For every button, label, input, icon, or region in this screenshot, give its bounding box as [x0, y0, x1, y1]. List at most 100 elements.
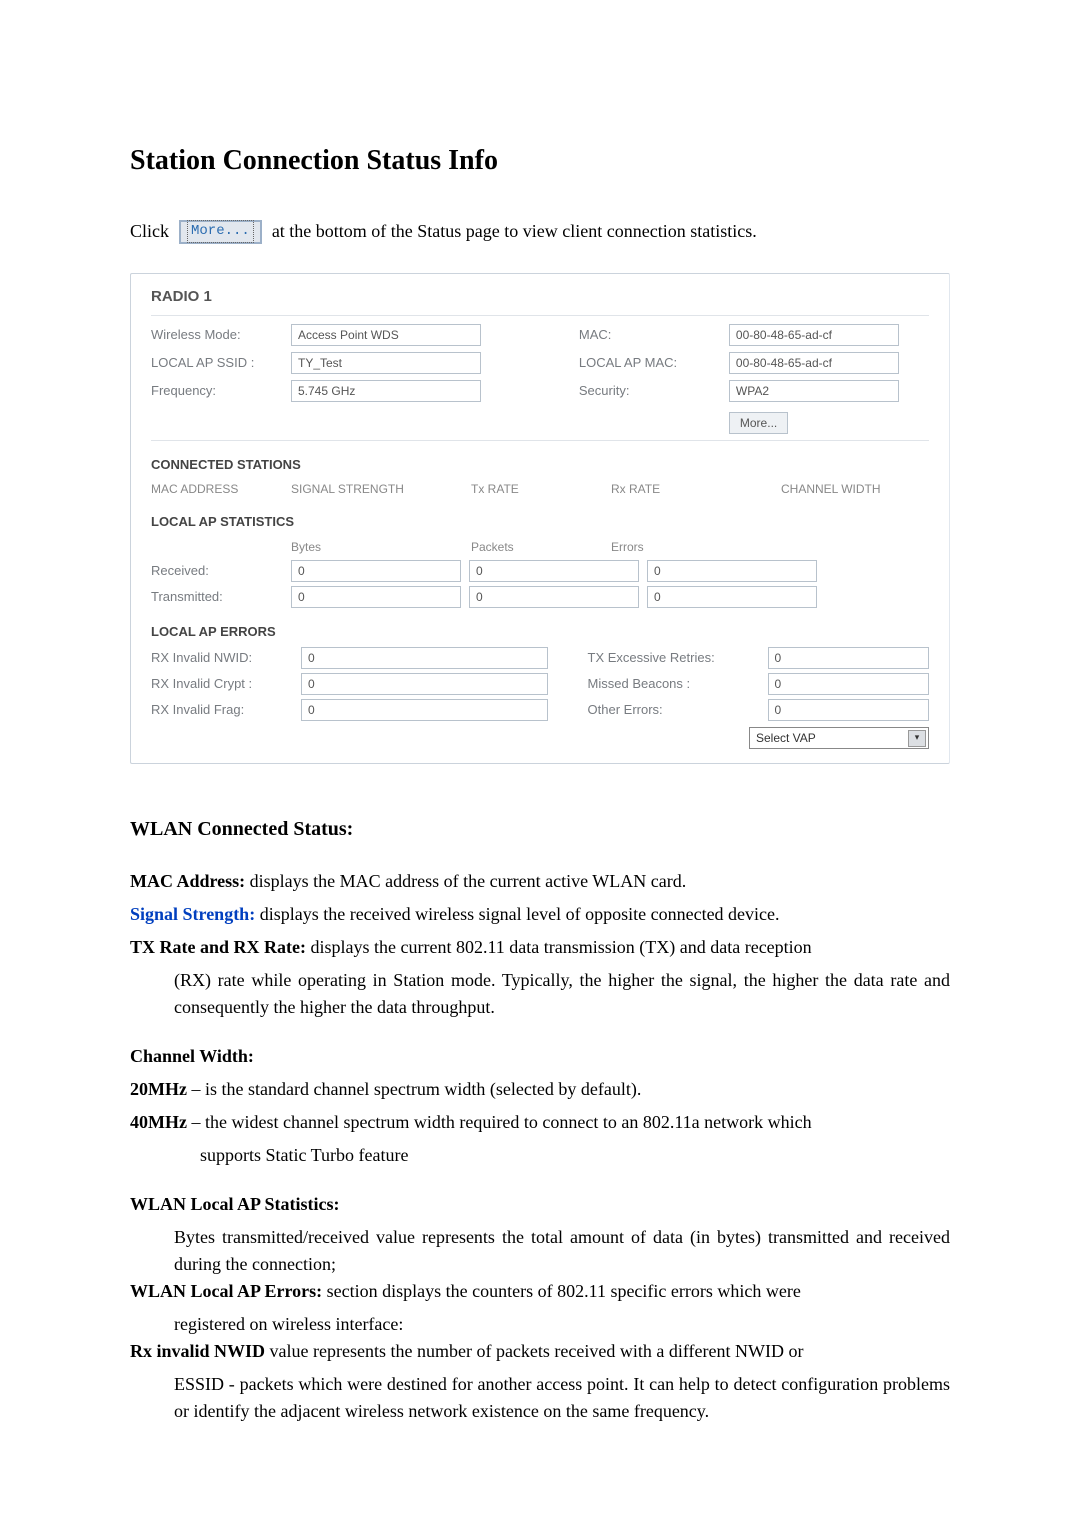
row-more: More... — [151, 408, 929, 434]
th-bytes: Bytes — [291, 538, 471, 556]
text-txrx1: displays the current 802.11 data transmi… — [306, 937, 812, 957]
row-err-crypt: RX Invalid Crypt : 0 Missed Beacons : 0 — [151, 673, 929, 695]
p-40mhz: 40MHz – the widest channel spectrum widt… — [130, 1109, 950, 1136]
field-other-errors[interactable]: 0 — [768, 699, 929, 721]
p-mac-address: MAC Address: displays the MAC address of… — [130, 868, 950, 895]
field-local-ap-mac[interactable]: 00-80-48-65-ad-cf — [729, 352, 899, 374]
p-wlan-local-err-cont: registered on wireless interface: — [130, 1311, 950, 1338]
connected-stations-title: CONNECTED STATIONS — [151, 455, 929, 475]
th-channel-width: CHANNEL WIDTH — [781, 480, 929, 498]
label-rx-invalid-crypt: RX Invalid Crypt : — [151, 674, 301, 694]
label-transmitted: Transmitted: — [151, 587, 291, 607]
text-20mhz: – is the standard channel spectrum width… — [187, 1079, 641, 1099]
field-recv-packets[interactable]: 0 — [469, 560, 639, 582]
field-rx-invalid-frag[interactable]: 0 — [301, 699, 548, 721]
label-local-ssid: LOCAL AP SSID : — [151, 353, 291, 373]
term-signal-strength: Signal Strength: — [130, 904, 255, 924]
term-rx-nwid: Rx invalid NWID — [130, 1341, 265, 1361]
term-wlan-local-err: WLAN Local AP Errors: — [130, 1281, 322, 1301]
label-other-errors: Other Errors: — [588, 700, 768, 720]
p-signal-strength: Signal Strength: displays the received w… — [130, 901, 950, 928]
th-rxrate: Rx RATE — [611, 480, 781, 498]
term-20mhz: 20MHz — [130, 1079, 187, 1099]
field-recv-bytes[interactable]: 0 — [291, 560, 461, 582]
th-txrate: Tx RATE — [471, 480, 611, 498]
more-button-illustration: More... — [179, 220, 262, 244]
label-wireless-mode: Wireless Mode: — [151, 325, 291, 345]
p-rx-nwid: Rx invalid NWID value represents the num… — [130, 1338, 950, 1365]
label-rx-invalid-nwid: RX Invalid NWID: — [151, 648, 301, 668]
divider — [151, 315, 929, 316]
th-errors: Errors — [611, 538, 781, 556]
field-mac[interactable]: 00-80-48-65-ad-cf — [729, 324, 899, 346]
term-wlan-local-stats: WLAN Local AP Statistics: — [130, 1194, 340, 1214]
field-security[interactable]: WPA2 — [729, 380, 899, 402]
field-frequency[interactable]: 5.745 GHz — [291, 380, 481, 402]
p-wlan-local-stats: Bytes transmitted/received value represe… — [130, 1224, 950, 1278]
divider — [151, 440, 929, 441]
local-stats-header: Bytes Packets Errors — [151, 538, 929, 556]
click-instruction: Click More... at the bottom of the Statu… — [130, 218, 950, 245]
channel-width-title: Channel Width: — [130, 1043, 950, 1070]
connected-stations-header: MAC ADDRESS SIGNAL STRENGTH Tx RATE Rx R… — [151, 480, 929, 498]
p-txrx-cont: (RX) rate while operating in Station mod… — [130, 967, 950, 1021]
row-received: Received: 0 0 0 — [151, 560, 929, 582]
p-rx-nwid-cont: ESSID - packets which were destined for … — [130, 1371, 950, 1425]
label-rx-invalid-frag: RX Invalid Frag: — [151, 700, 301, 720]
th-signal: SIGNAL STRENGTH — [291, 480, 471, 498]
label-security: Security: — [579, 381, 729, 401]
label-local-ap-mac: LOCAL AP MAC: — [579, 353, 729, 373]
field-tx-bytes[interactable]: 0 — [291, 586, 461, 608]
row-err-nwid: RX Invalid NWID: 0 TX Excessive Retries:… — [151, 647, 929, 669]
field-tx-excessive-retries[interactable]: 0 — [768, 647, 929, 669]
row-transmitted: Transmitted: 0 0 0 — [151, 586, 929, 608]
field-missed-beacons[interactable]: 0 — [768, 673, 929, 695]
text-wlan-local-err1: section displays the counters of 802.11 … — [322, 1281, 801, 1301]
row-frequency: Frequency: 5.745 GHz Security: WPA2 — [151, 380, 929, 402]
label-received: Received: — [151, 561, 291, 581]
text-40mhz1: – the widest channel spectrum width requ… — [187, 1112, 812, 1132]
p-40mhz-cont: supports Static Turbo feature — [130, 1142, 950, 1169]
text-signal-strength: displays the received wireless signal le… — [255, 904, 779, 924]
local-ap-stats-title: LOCAL AP STATISTICS — [151, 512, 929, 532]
field-tx-errors[interactable]: 0 — [647, 586, 817, 608]
row-wireless-mode: Wireless Mode: Access Point WDS MAC: 00-… — [151, 324, 929, 346]
label-tx-excessive-retries: TX Excessive Retries: — [588, 648, 768, 668]
more-button-label: More... — [187, 220, 254, 243]
p-txrx: TX Rate and RX Rate: displays the curren… — [130, 934, 950, 961]
chevron-down-icon: ▾ — [908, 730, 926, 747]
label-missed-beacons: Missed Beacons : — [588, 674, 768, 694]
term-mac-address: MAC Address: — [130, 871, 245, 891]
radio-panel: RADIO 1 Wireless Mode: Access Point WDS … — [130, 273, 950, 764]
term-txrx: TX Rate and RX Rate: — [130, 937, 306, 957]
term-channel-width: Channel Width: — [130, 1046, 254, 1066]
row-err-frag: RX Invalid Frag: 0 Other Errors: 0 — [151, 699, 929, 721]
wlan-connected-status-heading: WLAN Connected Status: — [130, 814, 950, 844]
text-after: at the bottom of the Status page to view… — [272, 218, 757, 245]
p-wlan-local-err: WLAN Local AP Errors: section displays t… — [130, 1278, 950, 1305]
more-button[interactable]: More... — [729, 412, 788, 434]
th-packets: Packets — [471, 538, 611, 556]
row-local-ssid: LOCAL AP SSID : TY_Test LOCAL AP MAC: 00… — [151, 352, 929, 374]
text-click: Click — [130, 218, 169, 245]
text-mac-address: displays the MAC address of the current … — [245, 871, 686, 891]
p-20mhz: 20MHz – is the standard channel spectrum… — [130, 1076, 950, 1103]
local-ap-errors-title: LOCAL AP ERRORS — [151, 622, 929, 642]
text-rx-nwid1: value represents the number of packets r… — [265, 1341, 803, 1361]
page-title: Station Connection Status Info — [130, 140, 950, 182]
field-local-ssid[interactable]: TY_Test — [291, 352, 481, 374]
select-vap-dropdown[interactable]: Select VAP ▾ — [749, 727, 929, 749]
label-mac: MAC: — [579, 325, 729, 345]
label-frequency: Frequency: — [151, 381, 291, 401]
field-recv-errors[interactable]: 0 — [647, 560, 817, 582]
field-rx-invalid-crypt[interactable]: 0 — [301, 673, 548, 695]
radio-header: RADIO 1 — [151, 286, 929, 309]
th-mac: MAC ADDRESS — [151, 480, 291, 498]
field-tx-packets[interactable]: 0 — [469, 586, 639, 608]
select-vap-label: Select VAP — [756, 729, 816, 747]
field-wireless-mode[interactable]: Access Point WDS — [291, 324, 481, 346]
select-vap-row: Select VAP ▾ — [151, 727, 929, 749]
field-rx-invalid-nwid[interactable]: 0 — [301, 647, 548, 669]
term-40mhz: 40MHz — [130, 1112, 187, 1132]
wlan-local-ap-stats-title: WLAN Local AP Statistics: — [130, 1191, 950, 1218]
